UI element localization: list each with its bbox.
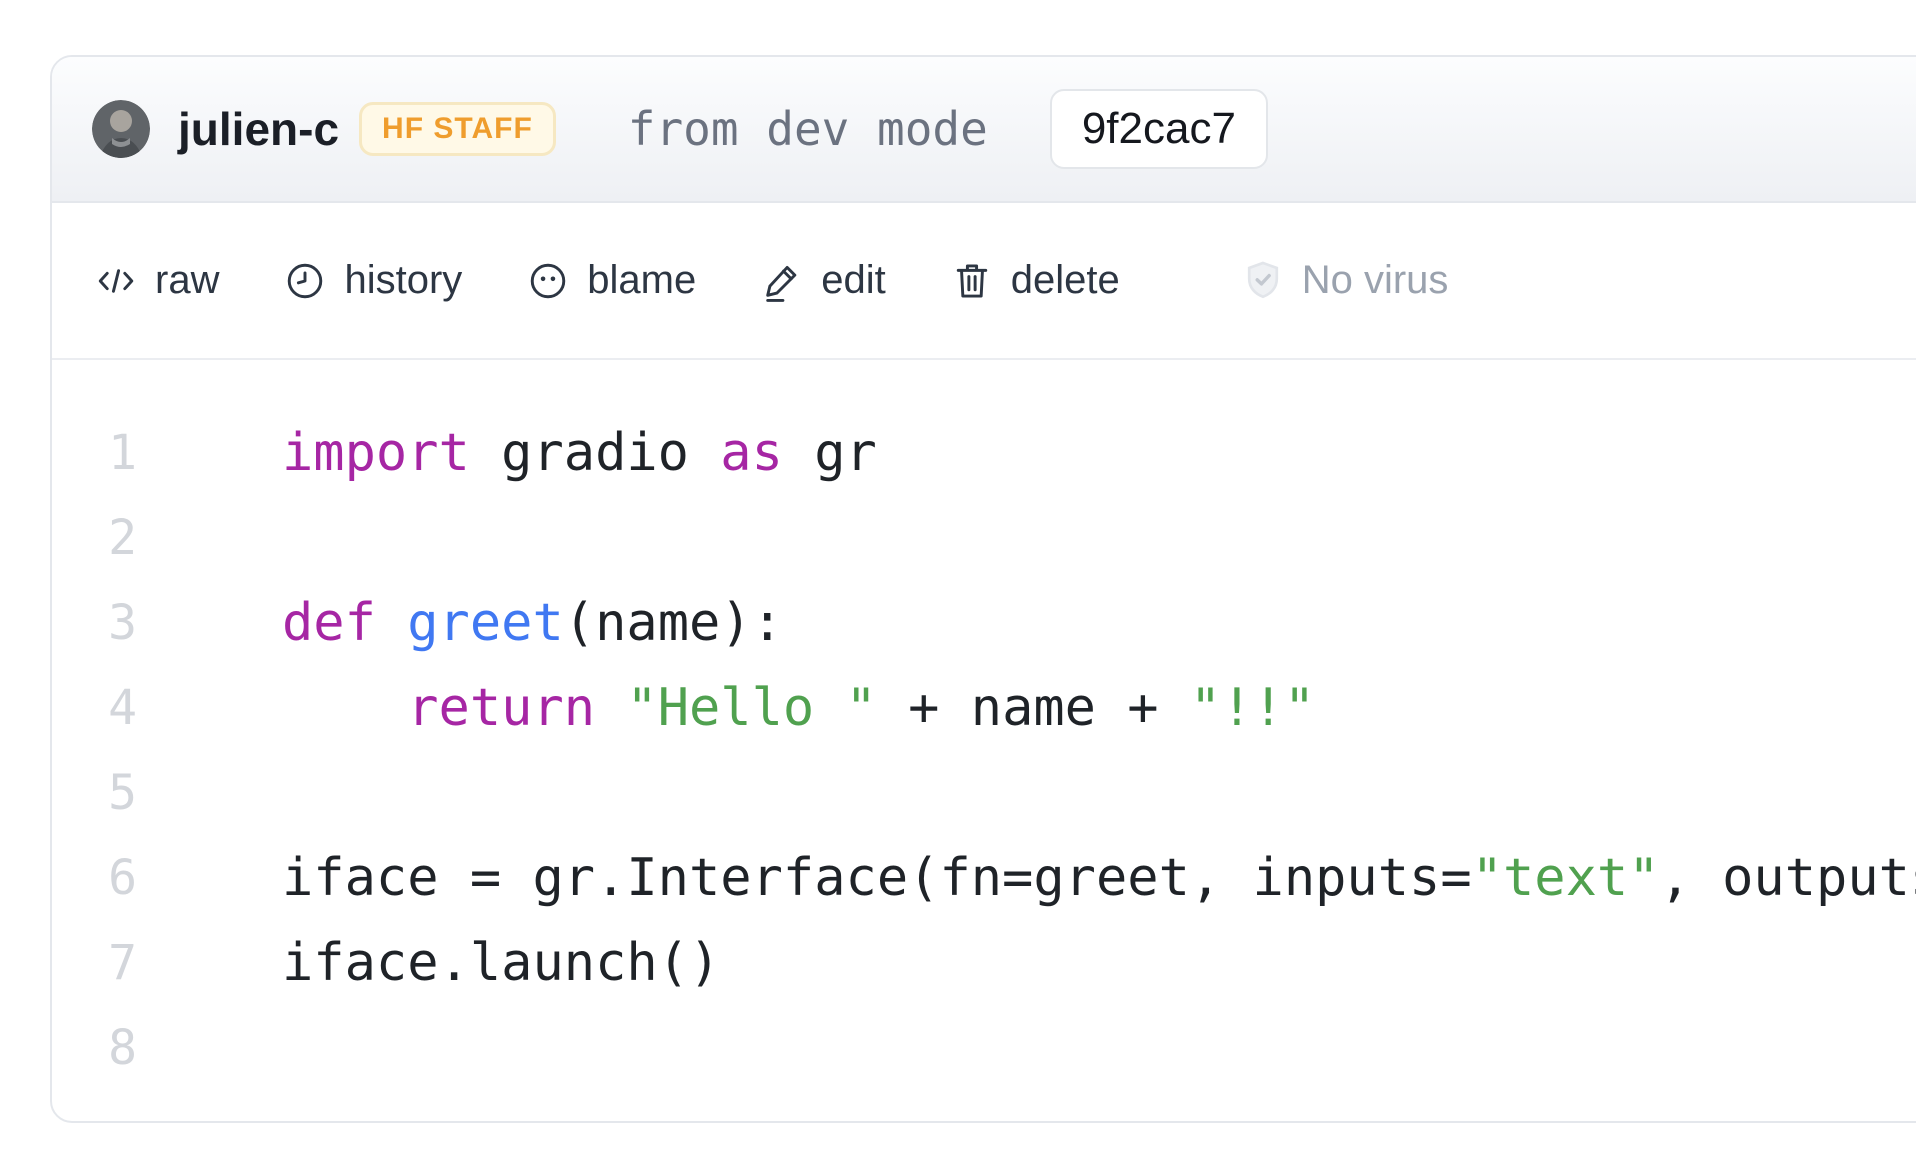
face-icon <box>526 259 570 303</box>
delete-label: delete <box>1011 258 1120 303</box>
commit-header: julien-c HF STAFF from dev mode 9f2cac7 <box>52 57 1916 203</box>
code-viewer: 1 import gradio as gr 2 3 def greet(name): 4 … <box>52 360 1916 1090</box>
blame-label: blame <box>587 258 696 303</box>
file-toolbar: raw history blame edit delete No virus <box>52 203 1916 360</box>
line-number[interactable]: 7 <box>52 935 137 991</box>
toolbar-actions: raw history blame edit delete <box>94 258 1184 303</box>
clock-icon <box>283 259 327 303</box>
code-line: 7 iface.launch() <box>52 920 1916 1005</box>
code-icon <box>94 259 138 303</box>
user-avatar[interactable] <box>92 100 150 158</box>
delete-button[interactable]: delete <box>950 258 1120 303</box>
code-line: 6 iface = gr.Interface(fn=greet, inputs="… <box>52 835 1916 920</box>
hf-staff-badge: HF STAFF <box>359 102 556 156</box>
shield-check-icon <box>1240 258 1286 304</box>
code-line: 8 <box>52 1005 1916 1090</box>
code-line-content: iface = gr.Interface(fn=greet, inputs="t… <box>282 852 1916 904</box>
code-line-content: import gradio as gr <box>282 427 877 479</box>
commit-hash-button[interactable]: 9f2cac7 <box>1050 89 1268 169</box>
history-label: history <box>344 258 462 303</box>
code-line-content: def greet(name): <box>282 597 783 649</box>
code-line: 2 <box>52 495 1916 580</box>
file-viewer-card: julien-c HF STAFF from dev mode 9f2cac7 … <box>50 55 1916 1123</box>
line-number[interactable]: 3 <box>52 595 137 651</box>
raw-label: raw <box>155 258 219 303</box>
virus-status-label: No virus <box>1302 258 1449 303</box>
username-link[interactable]: julien-c <box>178 102 339 156</box>
code-line: 1 import gradio as gr <box>52 410 1916 495</box>
history-button[interactable]: history <box>283 258 462 303</box>
trash-icon <box>950 259 994 303</box>
virus-status: No virus <box>1240 258 1449 304</box>
code-line-content: iface.launch() <box>282 937 720 989</box>
raw-button[interactable]: raw <box>94 258 219 303</box>
line-number[interactable]: 1 <box>52 425 137 481</box>
pencil-icon <box>760 259 804 303</box>
code-line: 3 def greet(name): <box>52 580 1916 665</box>
edit-button[interactable]: edit <box>760 258 886 303</box>
blame-button[interactable]: blame <box>526 258 696 303</box>
line-number[interactable]: 5 <box>52 765 137 821</box>
code-line-content: return "Hello " + name + "!!" <box>282 682 1315 734</box>
line-number[interactable]: 6 <box>52 850 137 906</box>
line-number[interactable]: 8 <box>52 1020 137 1076</box>
line-number[interactable]: 2 <box>52 510 137 566</box>
code-line: 5 <box>52 750 1916 835</box>
edit-label: edit <box>821 258 886 303</box>
line-number[interactable]: 4 <box>52 680 137 736</box>
code-line: 4 return "Hello " + name + "!!" <box>52 665 1916 750</box>
avatar-icon <box>92 100 150 158</box>
commit-message-link[interactable]: from dev mode <box>628 102 988 156</box>
